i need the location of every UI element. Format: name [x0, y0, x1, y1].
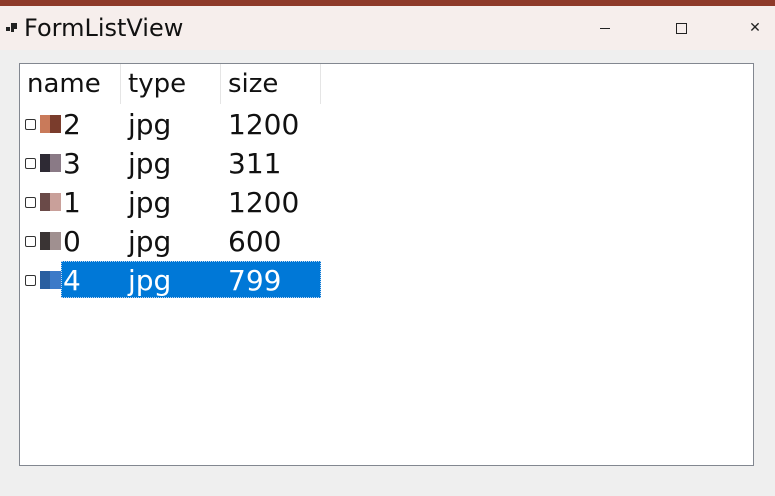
app-icon[interactable] — [6, 23, 18, 35]
maximize-button[interactable] — [658, 6, 704, 50]
cell-size: 311 — [228, 147, 282, 180]
cell-size: 1200 — [228, 108, 300, 141]
column-header-type[interactable]: type — [121, 64, 221, 104]
cell-type: jpg — [128, 186, 172, 219]
image-thumbnail-icon — [40, 193, 61, 211]
row-checkbox[interactable] — [25, 119, 36, 130]
minimize-button[interactable] — [582, 6, 628, 50]
row-checkbox[interactable] — [25, 197, 36, 208]
cell-name: 0 — [63, 225, 81, 258]
list-item[interactable]: 2 jpg 1200 — [20, 105, 323, 144]
list-item[interactable]: 3 jpg 311 — [20, 144, 323, 183]
list-item[interactable]: 0 jpg 600 — [20, 222, 323, 261]
close-icon: ✕ — [749, 20, 761, 36]
row-checkbox[interactable] — [25, 236, 36, 247]
row-checkbox[interactable] — [25, 158, 36, 169]
selection-highlight — [61, 261, 321, 298]
cell-type: jpg — [128, 264, 172, 297]
list-item-selected[interactable]: 4 jpg 799 — [20, 261, 323, 300]
image-thumbnail-icon — [40, 271, 61, 289]
window-title: FormListView — [24, 14, 184, 42]
column-header-size[interactable]: size — [221, 64, 321, 104]
image-thumbnail-icon — [40, 154, 61, 172]
title-bar[interactable]: FormListView ✕ — [0, 6, 775, 50]
cell-type: jpg — [128, 147, 172, 180]
cell-type: jpg — [128, 108, 172, 141]
cell-name: 2 — [63, 108, 81, 141]
row-checkbox[interactable] — [25, 275, 36, 286]
maximize-icon — [675, 22, 687, 34]
cell-size: 600 — [228, 225, 282, 258]
cell-name: 1 — [63, 186, 81, 219]
image-thumbnail-icon — [40, 115, 61, 133]
close-button[interactable]: ✕ — [735, 6, 775, 50]
minimize-icon — [600, 27, 610, 29]
cell-name: 4 — [63, 264, 81, 297]
cell-type: jpg — [128, 225, 172, 258]
list-item[interactable]: 1 jpg 1200 — [20, 183, 323, 222]
cell-size: 1200 — [228, 186, 300, 219]
image-thumbnail-icon — [40, 232, 61, 250]
list-view[interactable]: name type size 2 jpg 1200 3 jpg 311 1 jp… — [19, 63, 754, 466]
cell-size: 799 — [228, 264, 282, 297]
cell-name: 3 — [63, 147, 81, 180]
column-header-name[interactable]: name — [20, 64, 121, 104]
